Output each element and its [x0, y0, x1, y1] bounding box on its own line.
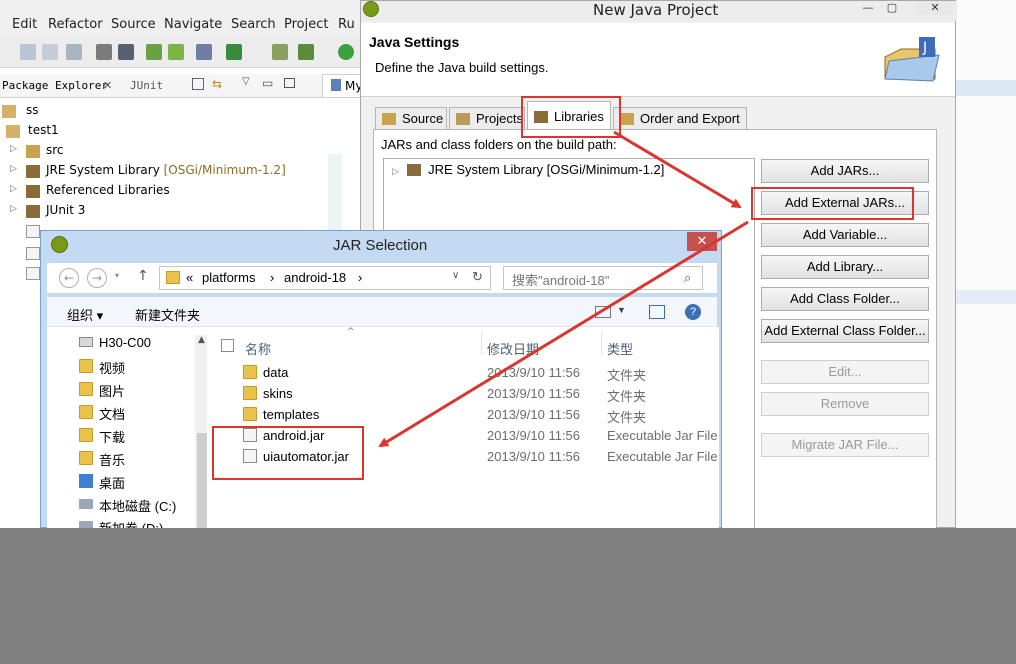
gray-area	[0, 528, 1016, 664]
screenshot: Edit Refactor Source Navigate Search Pro…	[0, 0, 1016, 528]
annotation-arrows	[378, 130, 749, 448]
arrow-to-add-external-jars	[613, 130, 742, 209]
arrow-to-jar-files	[378, 220, 749, 448]
